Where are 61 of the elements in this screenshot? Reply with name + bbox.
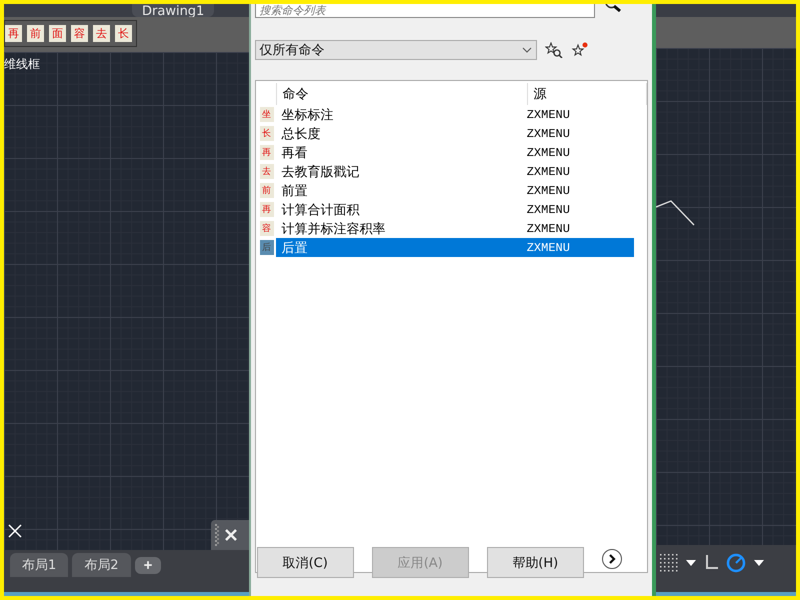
list-row[interactable]: 去教育版戳记 ZXMENU <box>276 162 634 181</box>
command-icon: 再 <box>260 145 274 160</box>
view-label[interactable]: 维线框 <box>4 56 40 73</box>
command-source: ZXMENU <box>526 164 570 178</box>
column-header[interactable]: 源 <box>526 83 647 105</box>
command-name: 总长度 <box>280 126 322 142</box>
list-row[interactable]: 计算合计面积 ZXMENU <box>276 200 634 219</box>
star-add-icon[interactable] <box>570 42 589 58</box>
drawing-tab[interactable]: Drawing1 <box>132 4 214 17</box>
command-name: 再看 <box>280 144 309 162</box>
chevron-icon <box>606 554 617 564</box>
toolbar-button[interactable]: 去 <box>93 25 110 42</box>
grip-icon[interactable] <box>214 524 219 546</box>
grid-icon[interactable] <box>660 554 678 572</box>
command-icon: 前 <box>260 183 274 198</box>
close-icon[interactable] <box>224 529 237 541</box>
list-row[interactable]: 后置 ZXMENU <box>276 238 634 257</box>
star-search-icon[interactable] <box>544 42 563 58</box>
layout-tab[interactable]: 布局1 <box>10 553 68 577</box>
toolbar-button[interactable]: 容 <box>71 25 88 42</box>
command-name: 坐标标注 <box>280 106 335 124</box>
command-icon: 长 <box>260 126 274 141</box>
chevron-icon <box>522 47 532 53</box>
command-icon: 去 <box>260 164 274 179</box>
caret-icon[interactable] <box>686 560 696 566</box>
search-icon[interactable] <box>604 4 621 12</box>
toolbar-button[interactable]: 面 <box>49 25 66 42</box>
command-source: ZXMENU <box>526 126 570 140</box>
toolbar-button[interactable]: 长 <box>115 25 132 42</box>
command-icon: 坐 <box>260 107 274 122</box>
command-icon: 再 <box>260 202 274 217</box>
toolbar-button[interactable]: 前 <box>27 25 44 42</box>
command-icon: 后 <box>260 240 274 255</box>
dialog-button[interactable]: 帮助(H) <box>486 547 584 578</box>
command-name: 计算合计面积 <box>280 202 361 218</box>
column-header[interactable]: 命令 <box>276 83 527 105</box>
list-row[interactable]: 坐标标注 ZXMENU <box>276 105 634 124</box>
toolbar-button[interactable]: 再 <box>5 25 22 42</box>
command-source: ZXMENU <box>526 240 570 254</box>
dialog-button[interactable]: 取消(C) <box>256 547 354 578</box>
list-row[interactable]: 总长度 ZXMENU <box>276 124 634 143</box>
ortho-icon[interactable] <box>704 554 718 570</box>
command-source: ZXMENU <box>526 184 570 198</box>
polar-icon[interactable] <box>726 552 746 572</box>
filter-dropdown[interactable]: 仅所有命令 <box>254 40 537 60</box>
command-source: ZXMENU <box>526 222 570 236</box>
command-source: ZXMENU <box>526 202 570 216</box>
search-field[interactable]: 搜索命令列表 <box>254 4 595 18</box>
list-row[interactable]: 前置 ZXMENU <box>276 181 634 200</box>
list-row[interactable]: 计算并标注容积率 ZXMENU <box>276 219 634 238</box>
list-row[interactable]: 再看 ZXMENU <box>276 143 634 162</box>
command-source: ZXMENU <box>526 108 570 122</box>
layout-tab[interactable]: 布局2 <box>72 553 131 577</box>
command-name: 去教育版戳记 <box>280 164 361 180</box>
caret-icon[interactable] <box>754 560 764 566</box>
command-name: 前置 <box>280 182 309 200</box>
command-icon: 容 <box>260 221 274 236</box>
command-source: ZXMENU <box>526 146 570 160</box>
command-name: 计算并标注容积率 <box>280 220 387 238</box>
command-name: 后置 <box>280 240 309 256</box>
add-tab-button[interactable]: + <box>134 556 162 574</box>
